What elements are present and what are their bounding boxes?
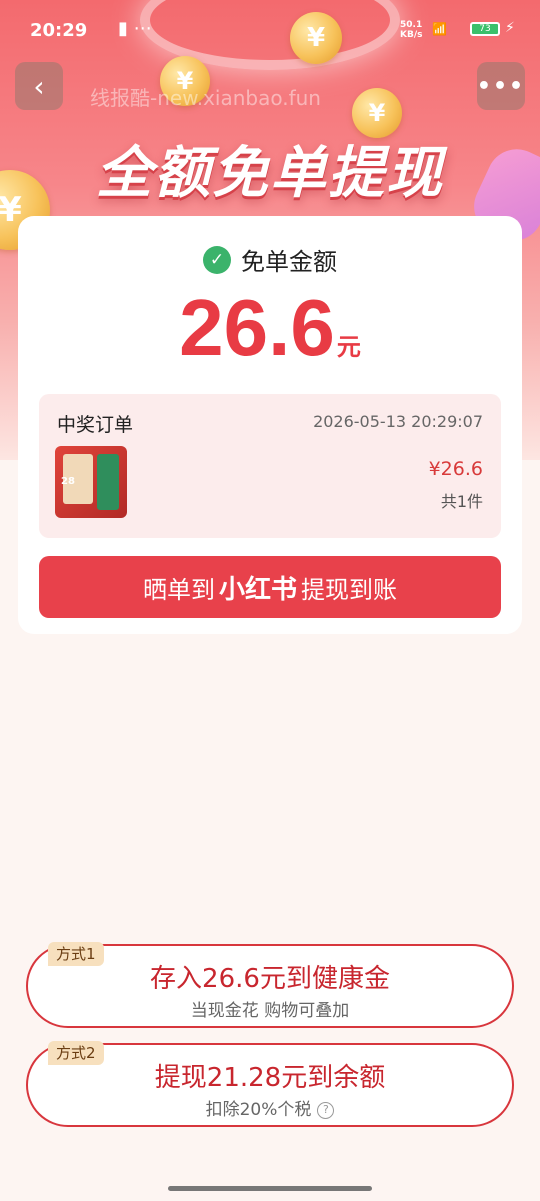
- network-speed: 50.1 KB/s: [400, 20, 422, 40]
- option-withdraw-balance[interactable]: 方式2 提现21.28元到余额 扣除20%个税?: [26, 1041, 514, 1127]
- xiaohongshu-logo: 小红书: [218, 574, 297, 605]
- amount-value: 26.6: [179, 283, 335, 372]
- option-health-fund[interactable]: 方式1 存入26.6元到健康金 当现金花 购物可叠加: [26, 942, 514, 1028]
- order-title: 中奖订单: [57, 414, 134, 436]
- signal-icon: 📶: [432, 22, 447, 36]
- amount-label: 免单金额: [241, 248, 337, 276]
- share-prefix: 晒单到: [142, 575, 215, 604]
- product-thumbnail[interactable]: 28: [55, 446, 127, 518]
- home-indicator[interactable]: [168, 1186, 372, 1191]
- order-time: 2026-05-13 20:29:07: [313, 412, 483, 431]
- amount-unit: 元: [336, 333, 361, 361]
- status-time: 20:29: [30, 20, 88, 41]
- chevron-left-icon: ‹: [33, 69, 45, 103]
- back-button[interactable]: ‹: [15, 62, 63, 110]
- share-suffix: 提现到账: [301, 575, 397, 604]
- order-count: 共1件: [440, 492, 483, 511]
- winning-order[interactable]: 中奖订单 2026-05-13 20:29:07 28 ¥26.6 共1件: [39, 394, 501, 538]
- question-circle-icon[interactable]: ?: [317, 1101, 335, 1119]
- option-subtitle: 当现金花 购物可叠加: [190, 1001, 350, 1021]
- charging-icon: ⚡: [505, 20, 515, 36]
- page-title: 全额免单提现: [96, 141, 444, 206]
- check-circle-icon: ✓: [203, 245, 231, 274]
- amount-label-row: ✓ 免单金额: [18, 242, 522, 277]
- option-subtitle-text: 扣除20%个税: [205, 1100, 312, 1120]
- option-title: 存入26.6元到健康金: [150, 964, 390, 994]
- notification-icons: ▮ ⋯: [118, 18, 152, 39]
- more-button[interactable]: •••: [477, 62, 525, 110]
- order-price: ¥26.6: [428, 458, 483, 480]
- network-speed-value: 50.1: [400, 20, 423, 30]
- more-horizontal-icon: •••: [476, 73, 526, 99]
- status-bar: 20:29 ▮ ⋯ 50.1 KB/s 📶 73 ⚡: [0, 0, 540, 56]
- battery-icon: 73: [470, 22, 500, 36]
- network-speed-unit: KB/s: [400, 30, 423, 40]
- amount-display: 26.6元: [18, 282, 522, 374]
- product-thumb-tag: 28: [61, 476, 75, 487]
- product-tube-image: [97, 454, 119, 510]
- watermark: 线报酷-new.xianbao.fun: [90, 86, 321, 110]
- option-subtitle: 扣除20%个税?: [28, 1095, 512, 1120]
- free-order-card: ✓ 免单金额 26.6元 中奖订单 2026-05-13 20:29:07 28…: [18, 216, 522, 634]
- option-title: 提现21.28元到余额: [154, 1063, 386, 1093]
- share-to-xiaohongshu-button[interactable]: 晒单到 小红书 提现到账: [39, 556, 501, 618]
